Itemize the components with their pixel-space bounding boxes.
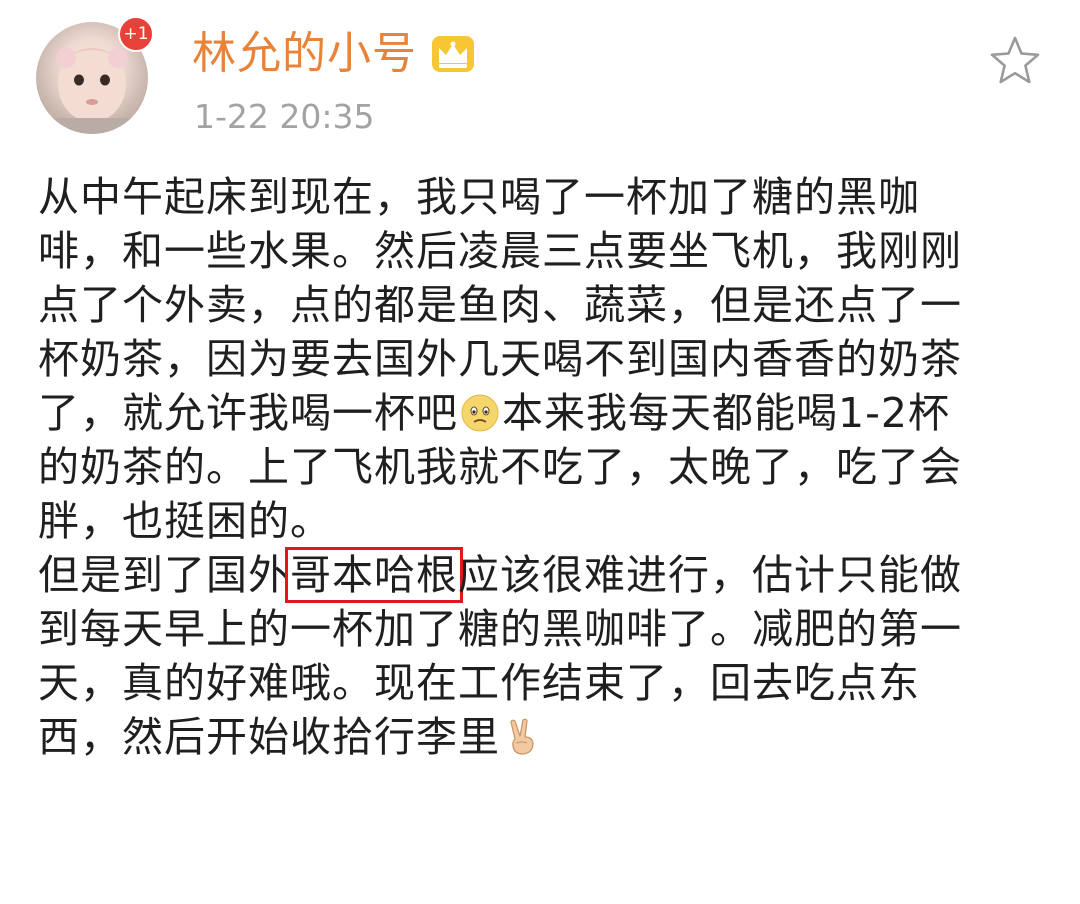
post-line: 杯奶茶，因为要去国外几天喝不到国内香香的奶茶 <box>38 335 962 383</box>
crown-icon <box>432 36 474 72</box>
username[interactable]: 林允的小号 <box>192 26 417 82</box>
highlighted-location: 哥本哈根 <box>285 547 463 603</box>
post-line: 啡，和一些水果。然后凌晨三点要坐飞机，我刚刚 <box>38 227 962 275</box>
star-icon[interactable] <box>988 34 1042 86</box>
avatar[interactable]: +1 <box>36 16 154 138</box>
post-text-segment: 西，然后开始收拾行李里 <box>38 713 500 761</box>
post-line: 点了个外卖，点的都是鱼肉、蔬菜，但是还点了一 <box>38 281 962 329</box>
post-line: 胖，也挺困的。 <box>38 497 332 545</box>
post-line: 从中午起床到现在，我只喝了一杯加了糖的黑咖 <box>38 173 920 221</box>
post-text-segment: 本来我每天都能喝1-2杯 <box>502 389 950 437</box>
post-line: 天，真的好难哦。现在工作结束了，回去吃点东 <box>38 659 920 707</box>
victory-hand-icon <box>510 718 534 755</box>
post-content: 从中午起床到现在，我只喝了一杯加了糖的黑咖 啡，和一些水果。然后凌晨三点要坐飞机… <box>38 170 1048 764</box>
post-line: 了，就允许我喝一杯吧 本来我每天都能喝1-2杯 <box>38 386 1048 440</box>
post-line: 的奶茶的。上了飞机我就不吃了，太晚了，吃了会 <box>38 443 962 491</box>
post-line: 到每天早上的一杯加了糖的黑咖啡了。减肥的第一 <box>38 605 962 653</box>
post-line: 但是到了国外哥本哈根应该很难进行，估计只能做 <box>38 547 1048 603</box>
weibo-post: +1 林允的小号 1-22 20:35 从中午起床到现在，我只喝了一杯加了糖的黑… <box>0 0 1080 904</box>
post-text-segment: 但是到了国外 <box>38 551 290 599</box>
worried-face-icon <box>461 394 499 432</box>
post-line: 西，然后开始收拾行李里 <box>38 710 1048 764</box>
notification-badge: +1 <box>118 16 154 52</box>
post-text-segment: 了，就允许我喝一杯吧 <box>38 389 458 437</box>
post-text-segment: 应该很难进行，估计只能做 <box>458 551 962 599</box>
post-timestamp: 1-22 20:35 <box>194 97 375 136</box>
